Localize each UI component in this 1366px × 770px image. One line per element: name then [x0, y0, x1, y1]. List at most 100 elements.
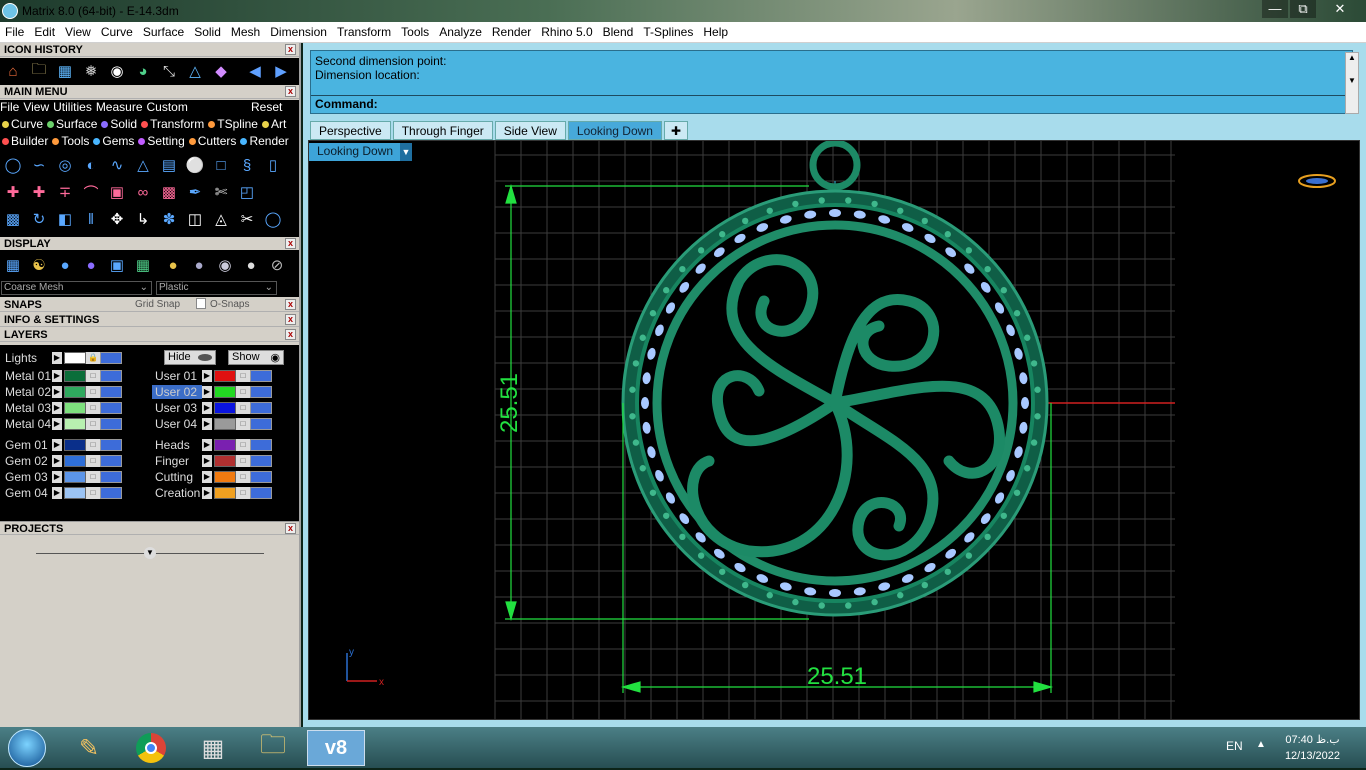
visibility-toggle[interactable] — [250, 370, 272, 382]
visibility-toggle[interactable] — [100, 455, 122, 467]
lock-icon[interactable]: □ — [86, 370, 100, 382]
layer-row[interactable]: Heads ▶ □ — [152, 438, 272, 452]
layer-row[interactable]: User 02 ▶ □ — [152, 385, 272, 399]
layers-header[interactable]: LAYERS x — [0, 328, 299, 342]
close-icon[interactable]: x — [285, 314, 296, 325]
menu-view[interactable]: View — [60, 22, 96, 39]
layer-row[interactable]: Metal 02 ▶ □ — [2, 385, 122, 399]
layer-color-swatch[interactable] — [214, 439, 236, 451]
layer-color-swatch[interactable] — [214, 402, 236, 414]
ring-icon[interactable]: ◎ — [52, 152, 78, 178]
link-icon[interactable]: ∞ — [130, 179, 156, 205]
tab-solid[interactable]: Solid — [101, 117, 137, 131]
layer-color-swatch[interactable] — [64, 439, 86, 451]
rendered-sphere-icon[interactable]: ● — [78, 252, 104, 278]
tab-tools[interactable]: Tools — [52, 134, 89, 148]
lock-icon[interactable]: □ — [86, 402, 100, 414]
main-menu-reset[interactable]: Reset — [251, 100, 282, 114]
layer-row[interactable]: Gem 04 ▶ □ — [2, 486, 122, 500]
pen-icon[interactable]: ✒ — [182, 179, 208, 205]
layer-color-swatch[interactable] — [64, 370, 86, 382]
menu-help[interactable]: Help — [698, 22, 733, 39]
visibility-toggle[interactable] — [100, 471, 122, 483]
folder-icon[interactable]: 🗀 — [246, 729, 300, 766]
main-menu-header[interactable]: MAIN MENU x — [0, 85, 299, 99]
tab-perspective[interactable]: Perspective — [310, 121, 391, 140]
tab-transform[interactable]: Transform — [141, 117, 204, 131]
lock-icon[interactable]: 🔒 — [86, 352, 100, 364]
gold-sphere-icon[interactable]: ● — [160, 252, 186, 278]
close-icon[interactable]: x — [285, 329, 296, 340]
osnaps-toggle[interactable]: O-Snaps — [210, 298, 249, 312]
bezier-icon[interactable]: ∿ — [104, 152, 130, 178]
close-icon[interactable]: x — [285, 44, 296, 55]
network-icon[interactable]: ❅ — [78, 58, 104, 84]
menu-dimension[interactable]: Dimension — [265, 22, 332, 39]
lock-icon[interactable]: □ — [236, 402, 250, 414]
minimize-button[interactable]: — — [1262, 0, 1288, 18]
tab-tspline[interactable]: TSpline — [208, 117, 258, 131]
play-icon[interactable]: ▶ — [52, 402, 62, 414]
layer-row[interactable]: User 04 ▶ □ — [152, 417, 272, 431]
projects-header[interactable]: PROJECTS x — [0, 521, 299, 535]
menu-blend[interactable]: Blend — [598, 22, 639, 39]
menu-curve[interactable]: Curve — [96, 22, 138, 39]
house-icon[interactable]: ⌂ — [0, 58, 26, 84]
command-scrollbar[interactable]: ▲ ▼ — [1345, 52, 1359, 114]
tab-side-view[interactable]: Side View — [494, 121, 566, 140]
plus-alt-icon[interactable]: ✚ — [26, 179, 52, 205]
matrix-app-icon[interactable]: v8 — [307, 730, 365, 766]
visibility-toggle[interactable] — [100, 439, 122, 451]
chrome-icon[interactable] — [124, 730, 178, 766]
show-button[interactable]: Show ◉ — [228, 350, 284, 365]
maximize-button[interactable]: ⧉ — [1290, 0, 1316, 18]
menu-surface[interactable]: Surface — [138, 22, 189, 39]
icon-history-header[interactable]: ICON HISTORY x — [0, 43, 299, 57]
paint-icon[interactable]: ✎ — [62, 730, 116, 766]
calculator-icon[interactable]: ▦ — [186, 730, 240, 766]
panel-icon[interactable]: ▯ — [260, 152, 286, 178]
tab-builder[interactable]: Builder — [2, 134, 48, 148]
visibility-toggle[interactable] — [250, 386, 272, 398]
expand-icon[interactable]: ⤡ — [156, 58, 182, 84]
visibility-toggle[interactable] — [250, 487, 272, 499]
ungroup-icon[interactable]: ◬ — [208, 206, 234, 232]
visibility-toggle[interactable] — [100, 352, 122, 364]
spiral-icon[interactable]: § — [234, 152, 260, 178]
layer-color-swatch[interactable] — [64, 402, 86, 414]
visibility-toggle[interactable] — [100, 402, 122, 414]
surface-icon[interactable]: ◧ — [52, 206, 78, 232]
main-menu-utilities[interactable]: Utilities — [53, 100, 92, 114]
layer-color-swatch[interactable] — [64, 386, 86, 398]
lock-icon[interactable]: □ — [236, 418, 250, 430]
lock-icon[interactable]: □ — [236, 386, 250, 398]
main-menu-file[interactable]: File — [0, 100, 19, 114]
main-menu-measure[interactable]: Measure — [96, 100, 143, 114]
lock-icon[interactable]: □ — [86, 455, 100, 467]
visibility-toggle[interactable] — [250, 402, 272, 414]
layer-color-swatch[interactable] — [214, 418, 236, 430]
wireframe-icon[interactable]: ▦ — [0, 252, 26, 278]
chevron-up-icon[interactable]: ▲ — [1346, 53, 1358, 62]
grid-snap-toggle[interactable]: Grid Snap — [135, 298, 180, 312]
viewport-name-dropdown[interactable]: Looking Down ▼ — [309, 143, 412, 161]
gem-seat-icon[interactable]: ▤ — [156, 152, 182, 178]
cone-icon[interactable]: △ — [130, 152, 156, 178]
layer-row[interactable]: Metal 01 ▶ □ — [2, 369, 122, 383]
play-icon[interactable]: ▶ — [202, 487, 212, 499]
quad-view-icon[interactable]: ▦ — [130, 252, 156, 278]
folder-icon[interactable]: 🗀 — [26, 58, 52, 84]
play-icon[interactable]: ▶ — [52, 370, 62, 382]
visibility-toggle[interactable] — [100, 487, 122, 499]
lock-icon[interactable]: □ — [236, 455, 250, 467]
menu-tools[interactable]: Tools — [396, 22, 434, 39]
play-icon[interactable]: ▶ — [202, 370, 212, 382]
menu-render[interactable]: Render — [487, 22, 536, 39]
menu-tsplines[interactable]: T-Splines — [638, 22, 698, 39]
no-material-icon[interactable]: ⊘ — [264, 252, 290, 278]
pill-icon[interactable]: ◰ — [234, 179, 260, 205]
move-icon[interactable]: ✥ — [104, 206, 130, 232]
white-sphere-icon[interactable]: ● — [238, 252, 264, 278]
splash-icon[interactable]: ✽ — [156, 206, 182, 232]
circle-outline-icon[interactable]: ◯ — [260, 206, 286, 232]
